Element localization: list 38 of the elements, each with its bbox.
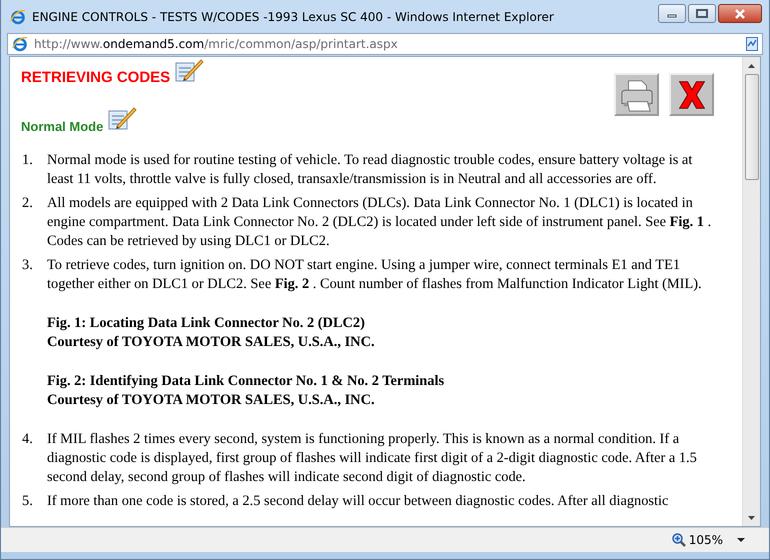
section-heading: RETRIEVING CODES [21,69,170,86]
figure-caption: Fig. 2: Identifying Data Link Connector No. 1 & No. 2 Terminals [47,372,446,391]
list-number: 4. [21,430,34,449]
step-text: All models are equipped with 2 Data Link Connectors (DLCs). Data Link Connector No. 1 (DLC1) is located in engine compartment. Data Link Connector No. 2 (DLC2) is located under left side of instrument panel. See Fig. 1 . Codes can be retrieved by using DLC1 or DLC2. [47,194,712,251]
close-button[interactable] [718,4,762,23]
list-number: 1. [21,151,34,170]
url-text: http://www.ondemand5.com/mric/common/asp/printart.aspx [34,37,399,51]
edit-note-icon[interactable] [174,57,204,83]
print-button[interactable] [614,73,659,116]
list-number: 3. [21,256,34,275]
scroll-thumb[interactable] [744,74,758,180]
scrollbar[interactable] [742,57,760,526]
maximize-icon [696,9,708,18]
address-field[interactable]: http://www.ondemand5.com/mric/common/asp/printart.aspx [7,33,763,55]
browser-icon [12,36,28,52]
list-number: 5. [21,492,34,511]
figure-credit: Courtesy of TOYOTA MOTOR SALES, U.S.A., INC. [47,391,376,410]
dropdown-caret-icon[interactable] [737,538,745,542]
edit-note-icon[interactable] [107,105,138,131]
step-text: If MIL flashes 2 times every second, system is functioning properly. This is known as a normal condition. If a diagnostic code is displayed, first group of flashes will indicate first digit of a 2-digit diagnostic code. After a 1.5 second delay, second group of flashes will indicate second digit of diagnostic code. [47,430,698,487]
zoom-icon[interactable] [672,533,686,547]
zoom-level[interactable]: 105% [688,533,723,547]
step-text: To retrieve codes, turn ignition on. DO NOT start engine. Using a jumper wire, connect terminals E1 and TE1 together either on DLC1 or DLC2. See Fig. 2. Count number of flashes from Malfunction Indicator Light (MIL). [47,256,703,294]
figure-credit: Courtesy of TOYOTA MOTOR SALES, U.S.A., INC. [47,333,376,352]
window-title: ENGINE CONTROLS - TESTS W/CODES -1993 Lexus SC 400 - Windows Internet Explorer [32,10,555,24]
scroll-down-arrow-icon[interactable] [748,516,755,520]
figure-caption: Fig. 1: Locating Data Link Connector No. 2 (DLC2) [47,314,366,333]
close-icon [734,8,746,18]
list-number: 2. [21,194,34,213]
step-text: Normal mode is used for routine testing of vehicle. To read diagnostic trouble codes, ensure battery voltage is at least 11 volts, throttle valve is fully closed, transaxle/transmission is in Neutral and all accessories are off. [47,151,694,189]
step-text: If more than one code is stored, a 2.5 second delay will occur between diagnostic codes. After all diagnostic [47,492,670,511]
scroll-up-arrow-icon[interactable] [748,64,755,68]
compatibility-icon[interactable] [746,37,758,51]
minimize-button[interactable] [658,4,686,23]
browser-icon [10,8,26,24]
close-page-button[interactable] [669,73,714,116]
maximize-button[interactable] [688,4,716,23]
subheading: Normal Mode [21,119,104,134]
